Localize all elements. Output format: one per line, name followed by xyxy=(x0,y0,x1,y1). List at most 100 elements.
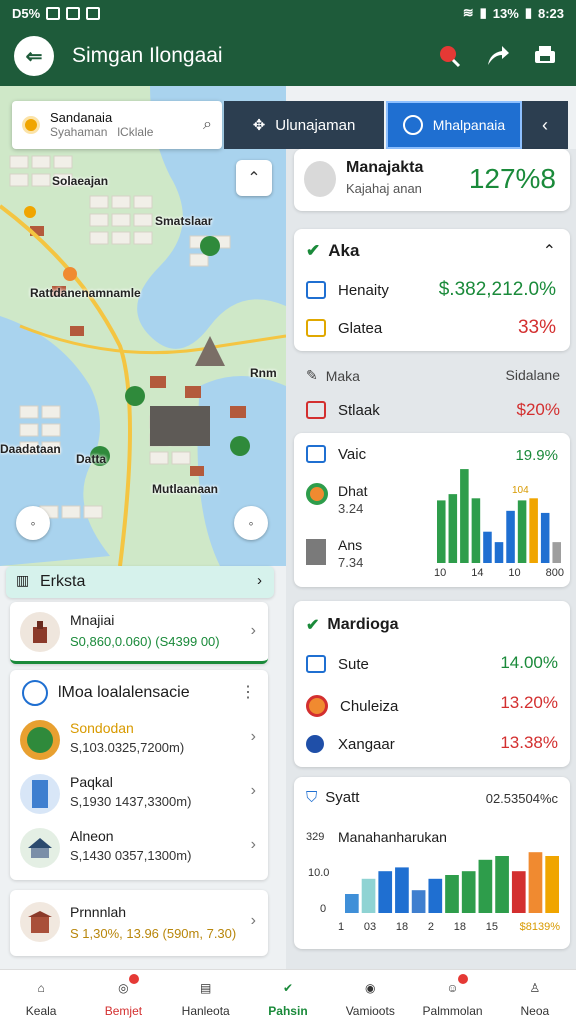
aka-title: Aka xyxy=(328,241,360,260)
chart2-xtick: 2 xyxy=(427,921,434,933)
map-compass-button[interactable]: ◦ xyxy=(234,506,268,540)
chart-bar xyxy=(471,498,481,563)
nav-list[interactable]: ▤ Hanleota xyxy=(165,970,247,1024)
chevron-right-icon: › xyxy=(250,836,256,853)
chart-bar xyxy=(511,871,526,913)
chart2-title: Syatt xyxy=(325,789,360,806)
nav-home[interactable]: ⌂ Keala xyxy=(0,970,82,1024)
check-circle-icon: ✔ xyxy=(282,981,294,995)
chart2-corner: $8139% xyxy=(519,921,560,933)
chart-bar xyxy=(517,500,527,563)
item-detail: S 1,30%, 13.96 (590m, 7.30) xyxy=(70,926,237,941)
item-title: Paqkal xyxy=(70,774,113,790)
grid-icon: ▥ xyxy=(16,572,30,588)
chart1-row-label: Ans xyxy=(338,537,363,553)
globe-icon xyxy=(402,115,423,135)
tower-icon xyxy=(20,774,60,814)
list-item[interactable]: Mnajiai S0,860,0.060) (S4399 00) › xyxy=(10,602,268,664)
chart-bar xyxy=(448,494,458,563)
chart-bar xyxy=(460,469,469,563)
mardioga-card: ✔ Mardioga Sute 14.00% Chuleiza 13.20% X… xyxy=(294,601,570,767)
list-item[interactable]: Prnnnlah S 1,30%, 13.96 (590m, 7.30) › xyxy=(10,890,268,956)
mail-icon xyxy=(306,655,326,673)
map-label: Mutlaanaan xyxy=(152,482,219,496)
collapse-panel-button[interactable]: ‹ xyxy=(522,101,568,149)
chart-bar xyxy=(540,512,550,563)
chart-bar xyxy=(395,867,409,913)
stlaak-label: Stlaak xyxy=(338,401,380,419)
location-dot-icon xyxy=(22,116,40,134)
item-detail: S,1430 0357,1300m) xyxy=(70,848,192,863)
summary-card[interactable]: Manajakta Kajahaj anan 127%8 xyxy=(294,149,570,211)
mardioga-row-label: Sute xyxy=(338,655,369,673)
clock: 8:23 xyxy=(537,5,564,21)
search-input[interactable]: Sandanaia xyxy=(50,111,203,125)
nav-budget[interactable]: ◎ Bemjet xyxy=(82,970,164,1024)
notification-icon xyxy=(86,6,101,20)
chart2-ytick: 0 xyxy=(320,903,327,915)
search-icon[interactable]: ⌕ xyxy=(203,116,212,134)
status-left-text: D5% xyxy=(12,5,41,21)
chart-bar xyxy=(428,878,443,913)
chart2-xtick: 18 xyxy=(395,921,409,933)
nav-active[interactable]: ✔ Pahsin xyxy=(247,970,329,1024)
chevron-right-icon: › xyxy=(250,622,256,639)
back-button[interactable]: ⇐ xyxy=(14,36,54,76)
map-label: Datta xyxy=(76,452,107,466)
mardioga-title: Mardioga xyxy=(327,616,399,633)
expand-icon[interactable]: ⌃ xyxy=(543,241,556,261)
locate-button[interactable]: ◦ xyxy=(16,506,50,540)
house-icon xyxy=(20,828,60,868)
section-link[interactable]: Sidalane xyxy=(506,367,561,383)
nav-label: Vamioots xyxy=(345,1004,395,1018)
chart1-tick: 10 xyxy=(434,567,447,579)
item-detail: S,103.0325,7200m) xyxy=(70,740,185,755)
globe-icon xyxy=(22,680,48,706)
chevron-right-icon: › xyxy=(257,572,262,589)
share-icon[interactable] xyxy=(480,39,514,73)
check-shield-icon: ✔ xyxy=(306,241,321,260)
pencil-icon: ✎ xyxy=(306,367,318,383)
chart2-ytick: 10.0 xyxy=(308,867,330,879)
notification-icon xyxy=(46,6,61,20)
collapse-map-button[interactable]: ⌃ xyxy=(236,160,272,196)
shield-icon: ⛉ xyxy=(306,789,318,806)
chart2-card: ⛉ Syatt 02.53504%c 329 Manahanharukan 10… xyxy=(294,777,570,949)
folder-icon xyxy=(306,319,326,337)
map-graphic xyxy=(0,86,286,566)
nav-visits[interactable]: ◉ Vamioots xyxy=(329,970,411,1024)
mardioga-row-value: 14.00% xyxy=(500,653,558,672)
park-icon xyxy=(20,720,60,760)
chart-bar xyxy=(529,498,538,563)
tab-ulunajaman[interactable]: ✥ Ulunajaman xyxy=(224,101,384,149)
clock-icon xyxy=(304,161,336,197)
location-pin-icon[interactable] xyxy=(432,39,466,73)
erksta-header[interactable]: ▥ Erksta › xyxy=(6,566,274,598)
chart2-right: 02.53504%c xyxy=(485,791,558,806)
chart-bar xyxy=(506,510,515,563)
chart1-note: 104 xyxy=(512,485,529,496)
search-hint: lCklale xyxy=(117,125,154,139)
chart-bar xyxy=(461,871,476,913)
chart1-row-label: Vaic xyxy=(338,445,367,463)
aka-row-value: $.382,212.0% xyxy=(438,279,556,300)
nav-label: Palmmolan xyxy=(422,1004,483,1018)
list-item[interactable]: Sondodan S,103.0325,7200m) › xyxy=(10,714,268,766)
list-item[interactable]: Alneon S,1430 0357,1300m) › xyxy=(10,822,268,874)
chart1-card: Vaic 19.9% Dhat 3.24 Ans 7.34 104 10 14 … xyxy=(294,433,570,587)
mardioga-row-value: 13.38% xyxy=(500,733,558,752)
mardioga-row-value: 13.20% xyxy=(500,693,558,712)
item-title: Alneon xyxy=(70,828,114,844)
item-title: Prnnnlah xyxy=(70,904,127,920)
search-box[interactable]: Sandanaia Syahaman lCklale ⌕ xyxy=(12,101,222,149)
list-item[interactable]: Paqkal S,1930 1437,3300m) › xyxy=(10,768,268,820)
home-icon: ⌂ xyxy=(37,981,45,995)
map-label: Solaeajan xyxy=(52,174,109,188)
nav-profile[interactable]: ♙ Neoa xyxy=(494,970,576,1024)
pie-icon xyxy=(306,483,328,505)
nav-people[interactable]: ☺ Palmmolan xyxy=(411,970,493,1024)
tab-mhalpanaia[interactable]: Mhalpanaia xyxy=(386,101,522,149)
map-view[interactable]: Solaeajan Smatslaar Rattdanenamnamle Daa… xyxy=(0,86,286,566)
more-options-icon[interactable]: ⋮ xyxy=(240,682,256,702)
print-icon[interactable] xyxy=(528,39,562,73)
